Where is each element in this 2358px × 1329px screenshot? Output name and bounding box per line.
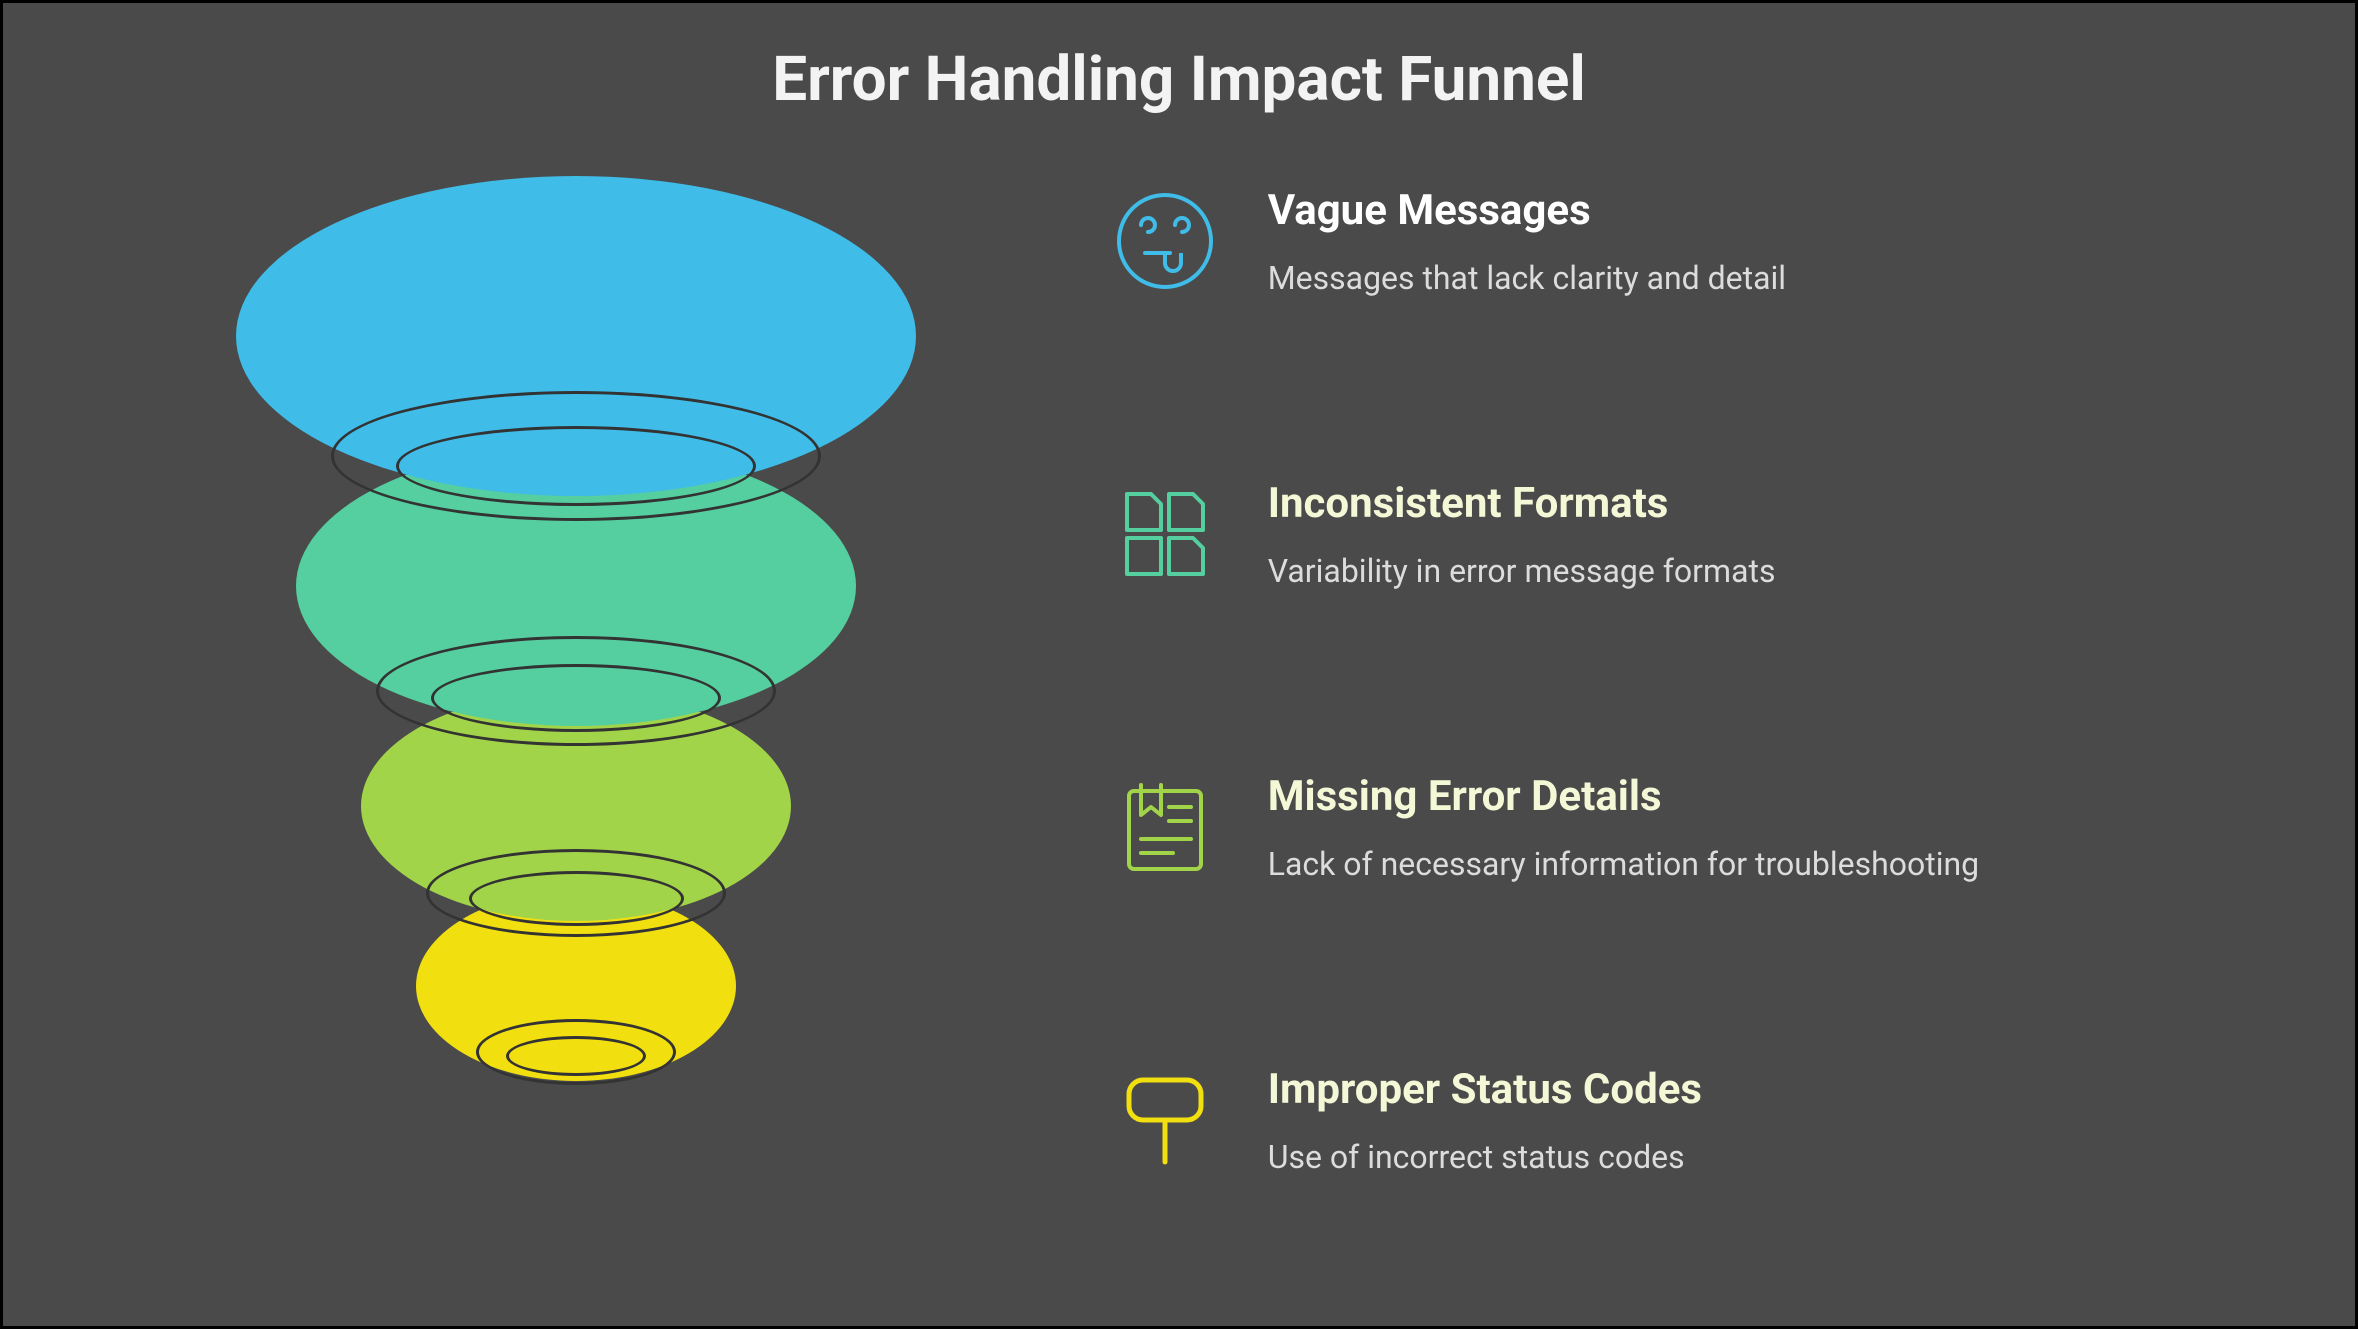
legend-item-2: Inconsistent Formats Variability in erro…	[1110, 479, 2255, 593]
legend-heading: Vague Messages	[1268, 186, 2255, 235]
legend-desc: Lack of necessary information for troubl…	[1268, 843, 2255, 886]
funnel-legend: Vague Messages Messages that lack clarit…	[1090, 166, 2295, 1249]
diagram-frame: Error Handling Impact Funnel	[0, 0, 2358, 1329]
file-shapes-icon	[1110, 479, 1220, 589]
funnel-graphic	[63, 166, 1090, 1249]
legend-item-4: Improper Status Codes Use of incorrect s…	[1110, 1065, 2255, 1179]
legend-heading: Missing Error Details	[1268, 772, 2255, 821]
legend-item-1: Vague Messages Messages that lack clarit…	[1110, 186, 2255, 300]
sign-post-icon	[1110, 1065, 1220, 1175]
confused-face-icon	[1110, 186, 1220, 296]
funnel-stage-1	[236, 176, 916, 496]
legend-heading: Inconsistent Formats	[1268, 479, 2255, 528]
bookmark-document-icon	[1110, 772, 1220, 882]
legend-desc: Messages that lack clarity and detail	[1268, 257, 2255, 300]
diagram-title: Error Handling Impact Funnel	[63, 43, 2295, 116]
legend-desc: Use of incorrect status codes	[1268, 1136, 2255, 1179]
legend-desc: Variability in error message formats	[1268, 550, 2255, 593]
legend-item-3: Missing Error Details Lack of necessary …	[1110, 772, 2255, 886]
legend-heading: Improper Status Codes	[1268, 1065, 2255, 1114]
diagram-content: Vague Messages Messages that lack clarit…	[63, 166, 2295, 1249]
